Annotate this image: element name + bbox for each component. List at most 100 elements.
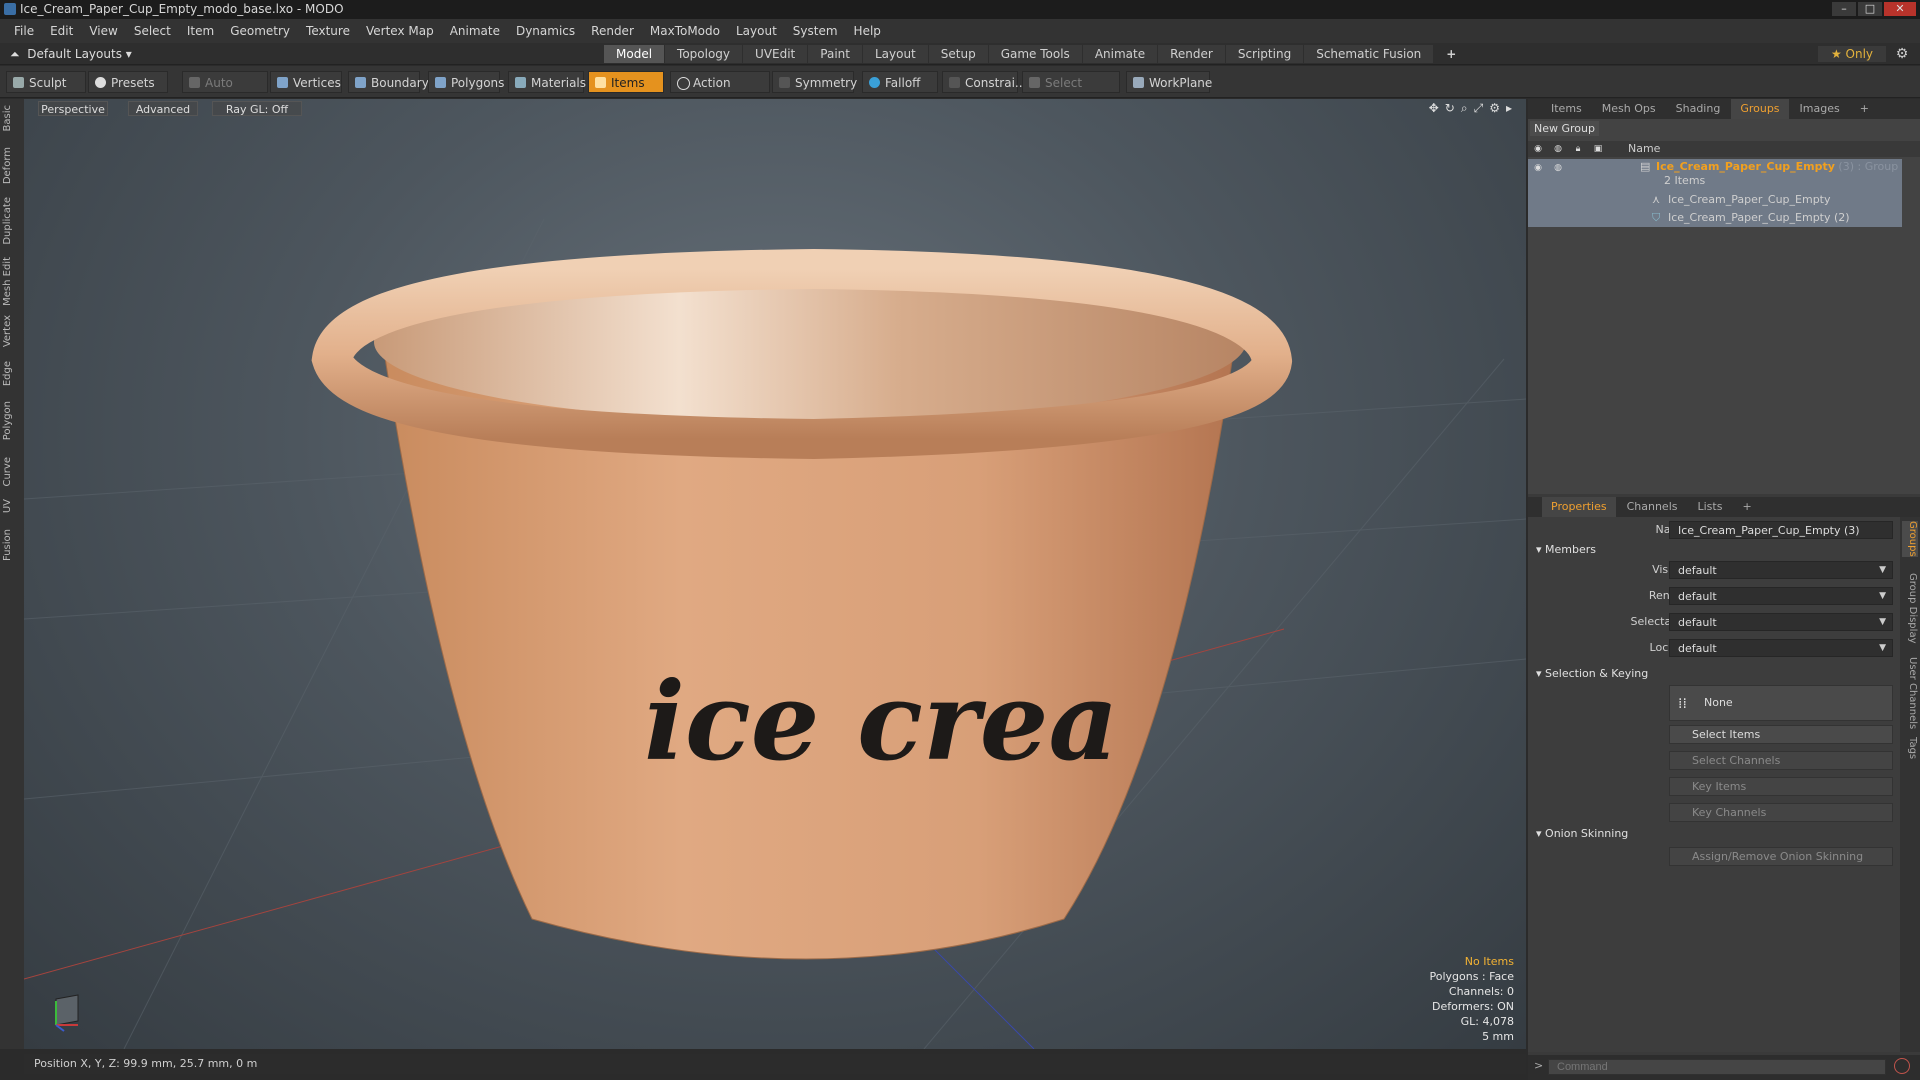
menu-geometry[interactable]: Geometry — [222, 24, 298, 38]
only-button[interactable]: ★ Only — [1818, 46, 1886, 62]
vtab-curve[interactable]: Curve — [2, 457, 22, 487]
items-button[interactable]: Items — [588, 71, 664, 93]
3d-viewport[interactable]: ice crea Perspective Advanced Ray GL: Of… — [24, 99, 1526, 1049]
workplane-button[interactable]: WorkPlane — [1126, 71, 1212, 93]
default-layouts-dropdown[interactable]: ⏶ Default Layouts ▾ — [10, 46, 132, 62]
vtab-basic[interactable]: Basic — [2, 105, 22, 131]
add-tab-button[interactable]: + — [1434, 45, 1468, 63]
vtab-deform[interactable]: Deform — [2, 147, 22, 184]
vtab-vertex[interactable]: Vertex — [2, 315, 22, 347]
polygons-button[interactable]: Polygons — [428, 71, 504, 93]
tab-layout[interactable]: Layout — [862, 45, 928, 63]
add-panel-tab-button[interactable]: + — [1851, 99, 1878, 119]
vertices-button[interactable]: Vertices — [270, 71, 342, 93]
view-mode-button[interactable]: Perspective — [38, 101, 108, 116]
tab-schematic-fusion[interactable]: Schematic Fusion — [1304, 45, 1434, 63]
tab-scripting[interactable]: Scripting — [1225, 45, 1304, 63]
close-button[interactable]: ✕ — [1884, 2, 1916, 16]
key-items-button[interactable]: Key Items — [1669, 777, 1893, 796]
vtab-duplicate[interactable]: Duplicate — [2, 197, 22, 245]
side-tab-tags[interactable]: Tags — [1902, 737, 1918, 759]
menu-system[interactable]: System — [785, 24, 846, 38]
record-icon[interactable] — [1894, 1058, 1910, 1074]
tab-model[interactable]: Model — [604, 45, 665, 63]
new-group-button[interactable]: New Group — [1530, 121, 1599, 136]
materials-button[interactable]: Materials — [508, 71, 586, 93]
rotate-icon[interactable]: ↻ — [1445, 101, 1455, 116]
tab-images[interactable]: Images — [1791, 99, 1849, 119]
group-name-field[interactable]: Ice_Cream_Paper_Cup_Empty (3) — [1669, 521, 1893, 539]
action-center-button[interactable]: Action Center — [670, 71, 770, 112]
menu-layout[interactable]: Layout — [728, 24, 785, 38]
vtab-polygon[interactable]: Polygon — [2, 401, 22, 440]
side-tab-group-display[interactable]: Group Display — [1902, 573, 1918, 643]
vtab-fusion[interactable]: Fusion — [2, 529, 22, 561]
tab-items[interactable]: Items — [1542, 99, 1591, 119]
render-toggle-icon[interactable]: ◍ — [1552, 162, 1564, 174]
tab-channels[interactable]: Channels — [1618, 497, 1687, 517]
onion-skinning-section-header[interactable]: ▾ Onion Skinning — [1536, 827, 1628, 840]
menu-item[interactable]: Item — [179, 24, 222, 38]
side-tab-user-channels[interactable]: User Channels — [1902, 657, 1918, 729]
pan-icon[interactable]: ✥ — [1429, 101, 1439, 116]
command-input[interactable] — [1548, 1059, 1886, 1075]
tree-row-child-2[interactable]: ⛉ Ice_Cream_Paper_Cup_Empty (2) — [1528, 209, 1902, 227]
gear-icon[interactable]: ⚙ — [1892, 45, 1912, 63]
viewport-expand-icon[interactable]: ▸ — [1506, 101, 1512, 116]
visibility-eye-icon[interactable]: ◉ — [1532, 162, 1544, 174]
assign-onion-skinning-button[interactable]: Assign/Remove Onion Skinning — [1669, 847, 1893, 866]
minimize-button[interactable]: – — [1832, 2, 1856, 16]
tab-lists[interactable]: Lists — [1689, 497, 1732, 517]
vtab-edge[interactable]: Edge — [2, 361, 22, 386]
select-through-button[interactable]: Select Through — [1022, 71, 1120, 112]
tab-setup[interactable]: Setup — [928, 45, 988, 63]
menu-render[interactable]: Render — [583, 24, 642, 38]
symmetry-button[interactable]: Symmetry — [772, 71, 857, 93]
menu-maxtomodo[interactable]: MaxToModo — [642, 24, 728, 38]
vtab-uv[interactable]: UV — [2, 499, 22, 513]
key-channels-button[interactable]: Key Channels — [1669, 803, 1893, 822]
selection-keying-section-header[interactable]: ▾ Selection & Keying — [1536, 667, 1648, 680]
fit-icon[interactable]: ⤢ — [1474, 101, 1484, 116]
menu-texture[interactable]: Texture — [298, 24, 358, 38]
tab-render[interactable]: Render — [1158, 45, 1225, 63]
select-channels-button[interactable]: Select Channels — [1669, 751, 1893, 770]
visible-dropdown[interactable]: default ▼ — [1669, 561, 1893, 579]
menu-view[interactable]: View — [81, 24, 125, 38]
constraints-button[interactable]: Constrai... — [942, 71, 1026, 93]
side-tab-groups[interactable]: Groups — [1902, 521, 1918, 557]
menu-animate[interactable]: Animate — [442, 24, 508, 38]
add-properties-tab-button[interactable]: + — [1733, 497, 1760, 517]
presets-button[interactable]: Presets — [88, 71, 168, 93]
menu-select[interactable]: Select — [126, 24, 179, 38]
zoom-icon[interactable]: ⌕ — [1461, 101, 1468, 116]
menu-edit[interactable]: Edit — [42, 24, 81, 38]
viewport-gear-icon[interactable]: ⚙ — [1489, 101, 1500, 116]
shading-mode-button[interactable]: Advanced — [128, 101, 198, 116]
locked-dropdown[interactable]: default ▼ — [1669, 639, 1893, 657]
tree-row-group[interactable]: ◉ ◍ ▤ Ice_Cream_Paper_Cup_Empty (3) : Gr… — [1528, 159, 1902, 191]
tab-mesh-ops[interactable]: Mesh Ops — [1593, 99, 1665, 119]
auto-select-button[interactable]: Auto Select — [182, 71, 268, 112]
selection-set-none[interactable]: ⁞⁞ None — [1669, 685, 1893, 721]
members-section-header[interactable]: ▾ Members — [1536, 543, 1596, 556]
maximize-button[interactable]: □ — [1858, 2, 1882, 16]
select-items-button[interactable]: Select Items — [1669, 725, 1893, 744]
tab-topology[interactable]: Topology — [665, 45, 743, 63]
menu-dynamics[interactable]: Dynamics — [508, 24, 583, 38]
tab-animate[interactable]: Animate — [1082, 45, 1158, 63]
tree-row-child-1[interactable]: ⋏ Ice_Cream_Paper_Cup_Empty — [1528, 191, 1902, 209]
tab-game-tools[interactable]: Game Tools — [988, 45, 1082, 63]
tab-properties[interactable]: Properties — [1542, 497, 1616, 517]
tab-shading[interactable]: Shading — [1667, 99, 1730, 119]
menu-file[interactable]: File — [6, 24, 42, 38]
menu-help[interactable]: Help — [846, 24, 889, 38]
raygl-button[interactable]: Ray GL: Off — [212, 101, 302, 116]
sculpt-button[interactable]: Sculpt — [6, 71, 86, 93]
render-dropdown[interactable]: default ▼ — [1669, 587, 1893, 605]
selectable-dropdown[interactable]: default ▼ — [1669, 613, 1893, 631]
vtab-mesh-edit[interactable]: Mesh Edit — [2, 257, 22, 306]
tab-paint[interactable]: Paint — [808, 45, 862, 63]
tab-uvedit[interactable]: UVEdit — [743, 45, 808, 63]
falloff-button[interactable]: Falloff — [862, 71, 938, 93]
